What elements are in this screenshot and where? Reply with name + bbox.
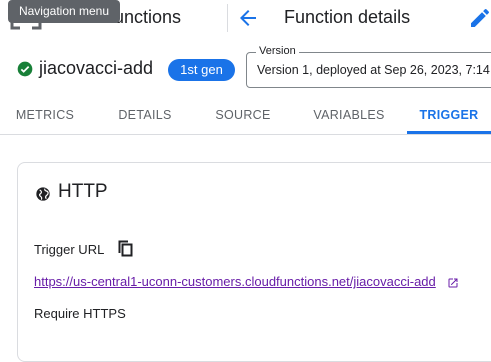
- require-https-label: Require HTTPS: [34, 306, 126, 321]
- open-in-new-icon[interactable]: [447, 276, 459, 288]
- globe-icon: [35, 186, 51, 202]
- tab-variables[interactable]: VARIABLES: [306, 96, 392, 134]
- tab-details[interactable]: DETAILS: [108, 96, 182, 134]
- arrow-back-icon: [240, 10, 256, 26]
- trigger-type-title: HTTP: [58, 181, 108, 202]
- tab-source[interactable]: SOURCE: [208, 96, 278, 134]
- tab-bar: METRICS DETAILS SOURCE VARIABLES TRIGGER: [0, 96, 491, 135]
- edit-icon: [471, 8, 490, 28]
- header-divider: [227, 4, 228, 32]
- page-title: Function details: [284, 7, 411, 27]
- trigger-url-link[interactable]: https://us-central1-uconn-customers.clou…: [34, 274, 436, 289]
- edit-button[interactable]: [468, 6, 491, 30]
- active-tab-indicator: [407, 131, 491, 134]
- navigation-menu-tooltip: Navigation menu: [8, 0, 120, 23]
- back-button[interactable]: [236, 6, 260, 30]
- tab-trigger[interactable]: TRIGGER: [407, 96, 491, 134]
- version-select-value: Version 1, deployed at Sep 26, 2023, 7:1…: [257, 63, 490, 77]
- copy-icon: [118, 240, 133, 257]
- function-summary-bar: jiacovacci-add 1st gen Version Version 1…: [0, 40, 491, 96]
- section-title[interactable]: unctions: [114, 7, 181, 28]
- version-select-label: Version: [256, 45, 299, 57]
- function-name: jiacovacci-add: [39, 58, 154, 78]
- copy-url-button[interactable]: [118, 240, 134, 258]
- generation-badge: 1st gen: [168, 59, 235, 81]
- check-circle-icon: [17, 61, 33, 77]
- trigger-url-label: Trigger URL: [34, 242, 105, 257]
- tab-metrics[interactable]: METRICS: [8, 96, 82, 134]
- top-app-bar: Navigation menu unctions Function detail…: [0, 0, 491, 36]
